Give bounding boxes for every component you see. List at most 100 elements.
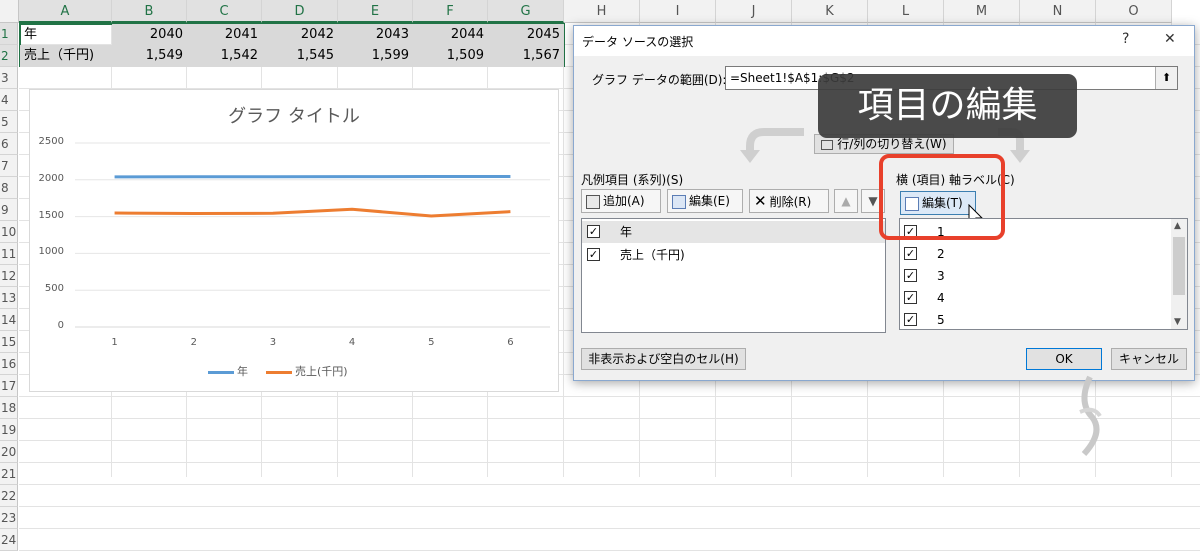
series-checkbox[interactable]: ✓ [587, 248, 600, 261]
row-header[interactable]: 17 [0, 375, 18, 397]
dialog-title: データ ソースの選択 [582, 33, 693, 50]
y-tick-label: 2000 [30, 173, 64, 184]
column-header-g[interactable]: G [488, 0, 564, 23]
add-series-button[interactable]: 追加(A) [581, 189, 661, 213]
axis-label-checkbox[interactable]: ✓ [904, 291, 917, 304]
list-item[interactable]: ✓5 [900, 309, 1170, 330]
edit-series-button[interactable]: 編集(E) [667, 189, 743, 213]
row-header[interactable]: 6 [0, 133, 18, 155]
cell-f1[interactable]: 2044 [413, 24, 488, 46]
axis-label-checkbox[interactable]: ✓ [904, 269, 917, 282]
row-header[interactable]: 19 [0, 419, 18, 441]
cell-b2[interactable]: 1,549 [112, 45, 187, 67]
column-header-l[interactable]: L [868, 0, 944, 23]
column-header-j[interactable]: J [716, 0, 792, 23]
cell-c1[interactable]: 2041 [187, 24, 262, 46]
help-button[interactable]: ? [1122, 31, 1129, 47]
row-header[interactable]: 8 [0, 177, 18, 199]
column-header-c[interactable]: C [187, 0, 262, 23]
cell-e1[interactable]: 2043 [338, 24, 413, 46]
row-header[interactable]: 9 [0, 199, 18, 221]
column-header-m[interactable]: M [944, 0, 1020, 23]
ok-button[interactable]: OK [1026, 348, 1102, 370]
column-header-e[interactable]: E [338, 0, 413, 23]
close-button[interactable]: ✕ [1164, 31, 1176, 47]
list-item[interactable]: ✓ 売上（千円) [582, 244, 885, 266]
highlight-box [879, 154, 1005, 240]
row-header[interactable]: 18 [0, 397, 18, 419]
row-header[interactable]: 2 [0, 45, 18, 67]
scrollbar[interactable]: ▲ ▼ [1171, 219, 1187, 329]
row-header[interactable]: 13 [0, 287, 18, 309]
row-header[interactable]: 22 [0, 485, 18, 507]
legend-swatch-nen [208, 371, 234, 374]
cell-g1[interactable]: 2045 [488, 24, 564, 46]
column-header-o[interactable]: O [1096, 0, 1172, 23]
row-header[interactable]: 4 [0, 89, 18, 111]
row-header[interactable]: 12 [0, 265, 18, 287]
column-header-i[interactable]: I [640, 0, 716, 23]
row-header[interactable]: 15 [0, 331, 18, 353]
list-item[interactable]: ✓3 [900, 265, 1170, 287]
cell-d1[interactable]: 2042 [262, 24, 338, 46]
list-item[interactable]: ✓ 年 [582, 221, 885, 243]
series-checkbox[interactable]: ✓ [587, 225, 600, 238]
legend-swatch-uriage [266, 371, 292, 374]
hidden-empty-cells-button[interactable]: 非表示および空白のセル(H) [581, 348, 746, 370]
row-header[interactable]: 23 [0, 507, 18, 529]
row-header[interactable]: 16 [0, 353, 18, 375]
y-tick-label: 0 [30, 320, 64, 331]
cell-a2[interactable]: 売上（千円) [20, 45, 112, 67]
cell-a1[interactable]: 年 [20, 24, 112, 46]
column-header-h[interactable]: H [564, 0, 640, 23]
scroll-down-icon[interactable]: ▼ [1174, 317, 1181, 327]
row-header[interactable]: 3 [0, 67, 18, 89]
select-all-corner[interactable] [0, 0, 19, 23]
row-header[interactable]: 24 [0, 529, 18, 551]
cell-e2[interactable]: 1,599 [338, 45, 413, 67]
row-header[interactable]: 10 [0, 221, 18, 243]
series-list[interactable]: ✓ 年 ✓ 売上（千円) [581, 218, 886, 333]
legend[interactable]: 年 売上(千円) [208, 363, 408, 379]
column-header-a[interactable]: A [19, 0, 112, 23]
cancel-button[interactable]: キャンセル [1111, 348, 1187, 370]
y-tick-label: 1000 [30, 246, 64, 257]
grid-line [19, 440, 1200, 441]
add-label: 追加(A) [603, 194, 645, 208]
list-item[interactable]: ✓4 [900, 287, 1170, 309]
cell-d2[interactable]: 1,545 [262, 45, 338, 67]
column-header-d[interactable]: D [262, 0, 338, 23]
dialog-titlebar[interactable]: データ ソースの選択 ? ✕ [574, 26, 1194, 56]
axis-label-checkbox[interactable]: ✓ [904, 247, 917, 260]
column-header-k[interactable]: K [792, 0, 868, 23]
cell-c2[interactable]: 1,542 [187, 45, 262, 67]
row-header[interactable]: 5 [0, 111, 18, 133]
row-header[interactable]: 21 [0, 463, 18, 485]
row-header[interactable]: 11 [0, 243, 18, 265]
legend-label-nen: 年 [237, 363, 248, 379]
column-header-b[interactable]: B [112, 0, 187, 23]
y-tick-label: 500 [30, 283, 64, 294]
line-chart[interactable]: グラフ タイトル 05001000150020002500123456 年 売上… [29, 89, 559, 392]
cell-g2[interactable]: 1,567 [488, 45, 564, 67]
row-header[interactable]: 7 [0, 155, 18, 177]
range-label: グラフ データの範囲(D): [592, 71, 726, 88]
row-header[interactable]: 20 [0, 441, 18, 463]
list-item[interactable]: ✓2 [900, 243, 1170, 265]
row-header[interactable]: 1 [0, 23, 18, 45]
x-tick-label: 6 [504, 337, 516, 348]
column-header-f[interactable]: F [413, 0, 488, 23]
cell-b1[interactable]: 2040 [112, 24, 187, 46]
axis-label-checkbox[interactable]: ✓ [904, 313, 917, 326]
collapse-icon[interactable]: ⬆ [1155, 67, 1177, 89]
row-header[interactable]: 14 [0, 309, 18, 331]
x-tick-label: 2 [188, 337, 200, 348]
scroll-thumb[interactable] [1173, 237, 1185, 295]
cell-f2[interactable]: 1,509 [413, 45, 488, 67]
delete-series-button[interactable]: ✕削除(R) [749, 189, 829, 213]
series-line-1[interactable] [115, 209, 511, 216]
scroll-up-icon[interactable]: ▲ [1174, 221, 1181, 231]
column-header-n[interactable]: N [1020, 0, 1096, 23]
move-up-button[interactable]: ▲ [834, 189, 858, 213]
grid-line [19, 396, 1200, 397]
